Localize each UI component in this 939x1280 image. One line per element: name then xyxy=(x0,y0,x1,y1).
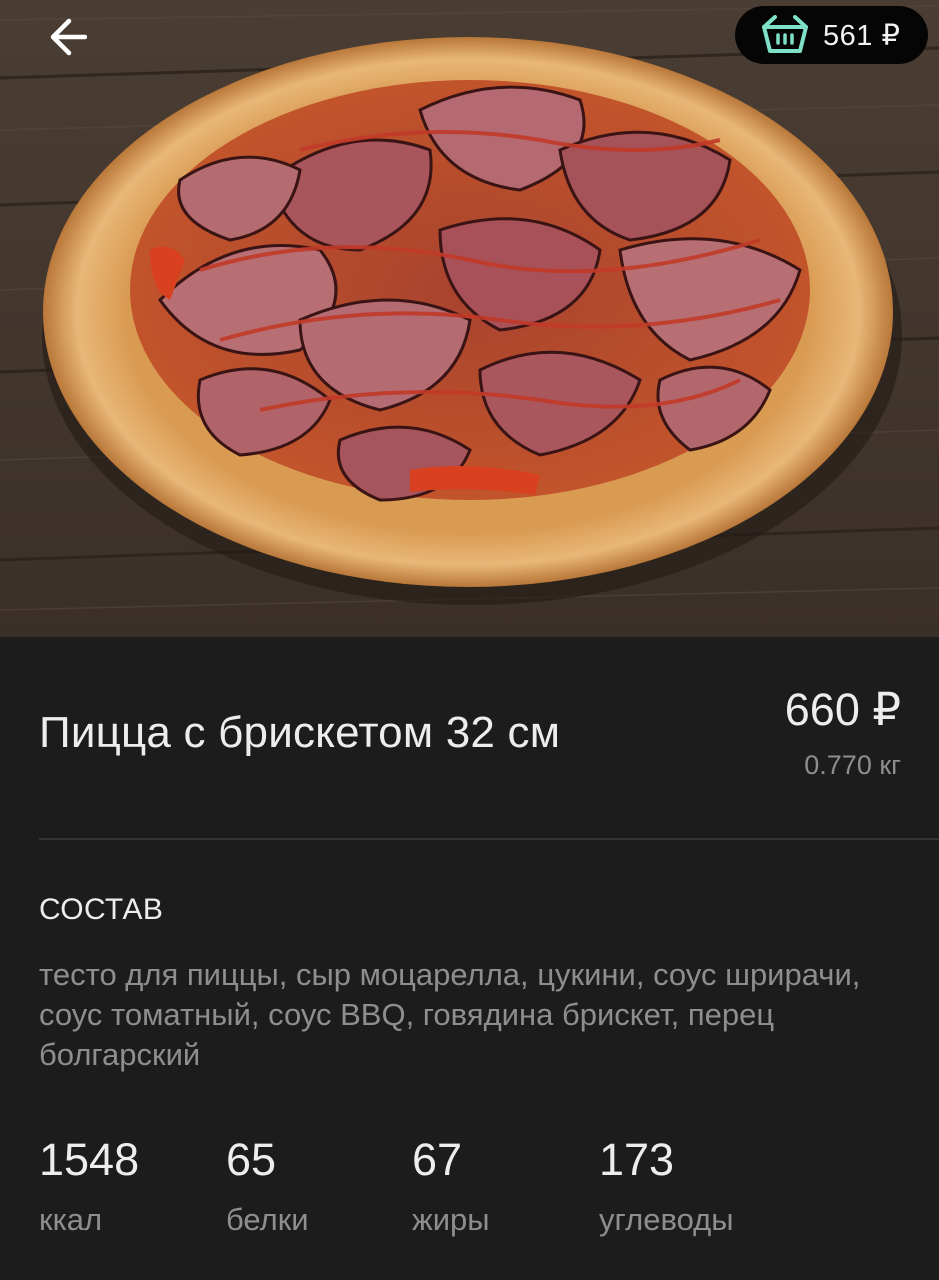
product-screen: 561 ₽ Пицца с брискетом 32 см 660 ₽ 0.77… xyxy=(0,0,939,1280)
nutrition-label: ккал xyxy=(39,1202,103,1237)
ingredients-text: тесто для пиццы, сыр моцарелла, цукини, … xyxy=(39,957,861,1072)
nutrition-value: 1548 xyxy=(39,1134,140,1185)
cart-button[interactable]: 561 ₽ xyxy=(735,6,928,64)
cart-total: 561 ₽ xyxy=(823,19,901,52)
nutrition-value: 67 xyxy=(412,1134,463,1185)
nutrition-value: 173 xyxy=(599,1134,675,1185)
nutrition-value: 65 xyxy=(226,1134,277,1185)
nutrition-fat: 67 жиры xyxy=(412,1132,490,1238)
composition-heading: СОСТАВ xyxy=(39,893,164,926)
basket-icon xyxy=(762,15,808,53)
nutrition-protein: 65 белки xyxy=(226,1132,309,1238)
product-price: 660 ₽ xyxy=(784,684,901,735)
product-title: Пицца с брискетом 32 см xyxy=(39,708,561,757)
nutrition-label: белки xyxy=(226,1202,309,1237)
back-button[interactable] xyxy=(30,10,104,64)
nutrition-label: углеводы xyxy=(599,1202,734,1237)
nutrition-calories: 1548 ккал xyxy=(39,1132,139,1238)
arrow-left-icon xyxy=(50,18,87,56)
nutrition-carbs: 173 углеводы xyxy=(599,1132,734,1238)
product-weight: 0.770 кг xyxy=(804,750,901,780)
pizza-photo-illustration xyxy=(0,0,939,637)
nutrition-label: жиры xyxy=(412,1202,490,1237)
product-photo: 561 ₽ xyxy=(0,0,939,637)
divider xyxy=(39,838,939,840)
